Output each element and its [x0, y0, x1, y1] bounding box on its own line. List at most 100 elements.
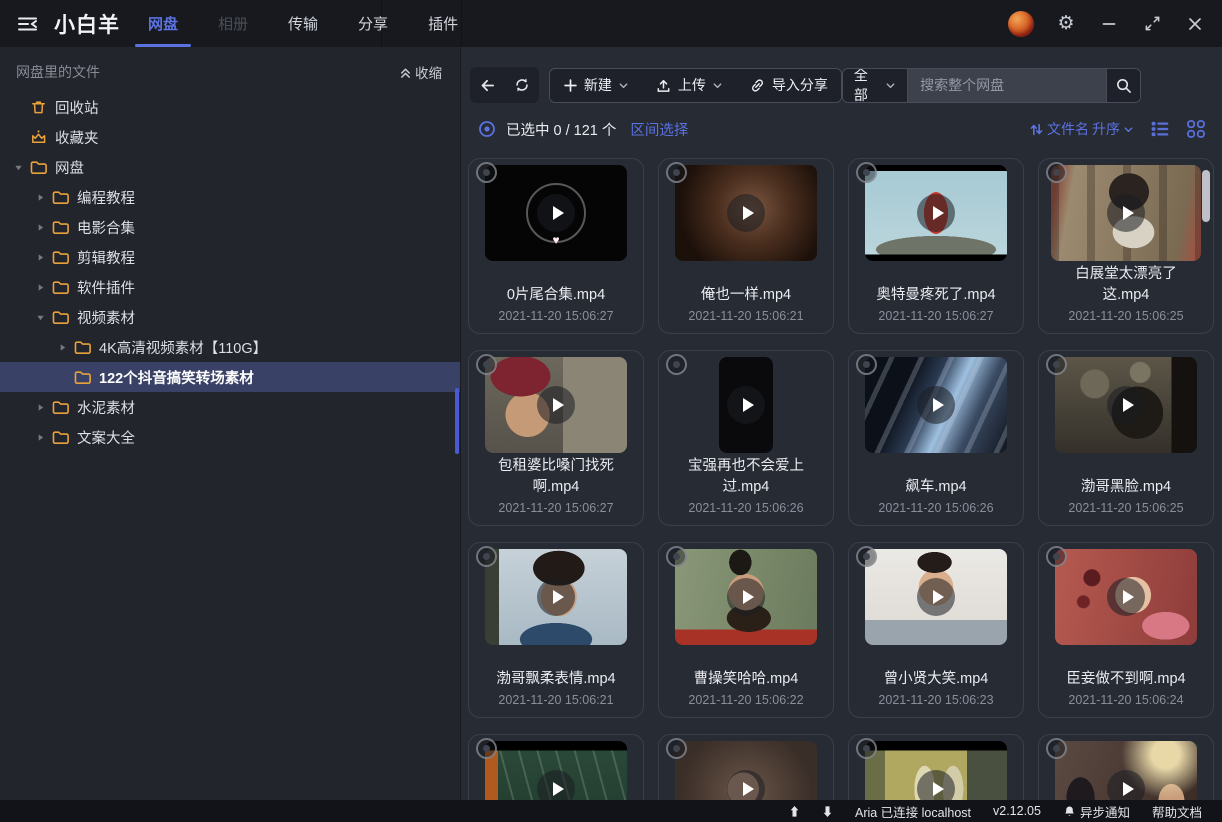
file-card[interactable]	[848, 734, 1024, 800]
file-card[interactable]: 0片尾合集.mp42021-11-20 15:06:27	[468, 158, 644, 334]
play-icon[interactable]	[1107, 770, 1145, 800]
play-icon[interactable]	[727, 578, 765, 616]
play-icon[interactable]	[917, 770, 955, 800]
play-icon[interactable]	[727, 194, 765, 232]
file-card[interactable]	[1038, 734, 1214, 800]
file-card[interactable]: 臣妾做不到啊.mp42021-11-20 15:06:24	[1038, 542, 1214, 718]
tree-item[interactable]: 回收站	[0, 92, 460, 122]
play-icon[interactable]	[727, 386, 765, 424]
file-select-checkbox[interactable]	[666, 354, 687, 375]
file-card[interactable]: 白展堂太漂亮了 这.mp42021-11-20 15:06:25	[1038, 158, 1214, 334]
file-card[interactable]: 渤哥飘柔表情.mp42021-11-20 15:06:21	[468, 542, 644, 718]
file-select-checkbox[interactable]	[666, 546, 687, 567]
back-button[interactable]	[470, 67, 504, 103]
caret-right-icon[interactable]	[32, 193, 49, 202]
settings-button[interactable]: ⚙	[1055, 13, 1077, 35]
file-card[interactable]: 曹操笑哈哈.mp42021-11-20 15:06:22	[658, 542, 834, 718]
help-docs-link[interactable]: 帮助文档	[1152, 802, 1202, 821]
caret-right-icon[interactable]	[32, 433, 49, 442]
caret-right-icon[interactable]	[32, 403, 49, 412]
file-card[interactable]: 飙车.mp42021-11-20 15:06:26	[848, 350, 1024, 526]
minimize-button[interactable]	[1098, 13, 1120, 35]
file-select-checkbox[interactable]	[476, 738, 497, 759]
search-button[interactable]	[1106, 69, 1140, 102]
caret-right-icon[interactable]	[32, 223, 49, 232]
tree-item[interactable]: 网盘	[0, 152, 460, 182]
tab-transfer[interactable]: 传输	[268, 0, 338, 47]
file-card[interactable]: 曾小贤大笑.mp42021-11-20 15:06:23	[848, 542, 1024, 718]
file-card[interactable]	[468, 734, 644, 800]
play-icon[interactable]	[537, 770, 575, 800]
main-scrollbar-thumb[interactable]	[1202, 170, 1210, 222]
file-select-checkbox[interactable]	[1046, 546, 1067, 567]
async-notify-button[interactable]: 异步通知	[1063, 802, 1130, 821]
tree-item[interactable]: 剪辑教程	[0, 242, 460, 272]
file-select-checkbox[interactable]	[666, 162, 687, 183]
file-select-checkbox[interactable]	[856, 354, 877, 375]
caret-right-icon[interactable]	[54, 343, 71, 352]
file-card[interactable]: 宝强再也不会爱上 过.mp42021-11-20 15:06:26	[658, 350, 834, 526]
upload-button[interactable]: 上传	[642, 69, 736, 102]
tab-album[interactable]: 相册	[198, 0, 268, 47]
play-icon[interactable]	[1107, 578, 1145, 616]
sort-control[interactable]: 文件名 升序	[1029, 119, 1134, 139]
file-select-checkbox[interactable]	[1046, 162, 1067, 183]
file-select-checkbox[interactable]	[476, 354, 497, 375]
play-icon[interactable]	[537, 194, 575, 232]
import-share-button[interactable]: 导入分享	[736, 69, 841, 102]
file-card[interactable]: 包租婆比嗓门找死 啊.mp42021-11-20 15:06:27	[468, 350, 644, 526]
file-select-checkbox[interactable]	[1046, 354, 1067, 375]
caret-right-icon[interactable]	[32, 283, 49, 292]
refresh-button[interactable]	[504, 67, 538, 103]
tab-plugins[interactable]: 插件	[408, 0, 478, 47]
tree-item[interactable]: 软件插件	[0, 272, 460, 302]
caret-right-icon[interactable]	[32, 253, 49, 262]
play-icon[interactable]	[537, 578, 575, 616]
file-select-checkbox[interactable]	[856, 162, 877, 183]
tree-item[interactable]: 4K高清视频素材【110G】	[0, 332, 460, 362]
search-filter-dropdown[interactable]: 全部	[843, 69, 908, 102]
tree-item[interactable]: 122个抖音搞笑转场素材	[0, 362, 460, 392]
avatar[interactable]	[1008, 11, 1034, 37]
tree-item[interactable]: 电影合集	[0, 212, 460, 242]
tree-item[interactable]: 视频素材	[0, 302, 460, 332]
list-view-button[interactable]	[1150, 119, 1170, 139]
play-icon[interactable]	[1107, 194, 1145, 232]
collapse-menu-button[interactable]	[14, 12, 42, 36]
file-card[interactable]: 俺也一样.mp42021-11-20 15:06:21	[658, 158, 834, 334]
grid-view-button[interactable]	[1186, 119, 1206, 139]
caret-down-icon[interactable]	[10, 163, 27, 172]
caret-down-icon[interactable]	[32, 313, 49, 322]
file-select-checkbox[interactable]	[476, 162, 497, 183]
tree-item[interactable]: 编程教程	[0, 182, 460, 212]
play-icon[interactable]	[917, 578, 955, 616]
tab-netdisk[interactable]: 网盘	[128, 0, 198, 47]
tree-item[interactable]: 收藏夹	[0, 122, 460, 152]
download-speed-indicator[interactable]	[822, 805, 833, 818]
play-icon[interactable]	[917, 194, 955, 232]
file-card[interactable]: 渤哥黑脸.mp42021-11-20 15:06:25	[1038, 350, 1214, 526]
close-button[interactable]	[1184, 13, 1206, 35]
tree-item[interactable]: 文案大全	[0, 422, 460, 452]
maximize-button[interactable]	[1141, 13, 1163, 35]
play-icon[interactable]	[727, 770, 765, 800]
file-select-checkbox[interactable]	[666, 738, 687, 759]
file-card[interactable]	[658, 734, 834, 800]
upload-speed-indicator[interactable]	[789, 805, 800, 818]
search-input[interactable]	[908, 69, 1106, 102]
file-select-checkbox[interactable]	[856, 546, 877, 567]
tab-share[interactable]: 分享	[338, 0, 408, 47]
play-icon[interactable]	[1107, 386, 1145, 424]
file-select-checkbox[interactable]	[1046, 738, 1067, 759]
range-select-link[interactable]: 区间选择	[630, 119, 688, 140]
play-icon[interactable]	[537, 386, 575, 424]
tree-item[interactable]: 水泥素材	[0, 392, 460, 422]
file-select-checkbox[interactable]	[856, 738, 877, 759]
sidebar-collapse-button[interactable]: 收缩	[399, 62, 442, 82]
file-select-checkbox[interactable]	[476, 546, 497, 567]
plus-icon	[563, 78, 578, 93]
play-icon[interactable]	[917, 386, 955, 424]
file-card[interactable]: 奥特曼疼死了.mp42021-11-20 15:06:27	[848, 158, 1024, 334]
new-button[interactable]: 新建	[550, 69, 642, 102]
sidebar-scrollbar-thumb[interactable]	[455, 388, 459, 454]
